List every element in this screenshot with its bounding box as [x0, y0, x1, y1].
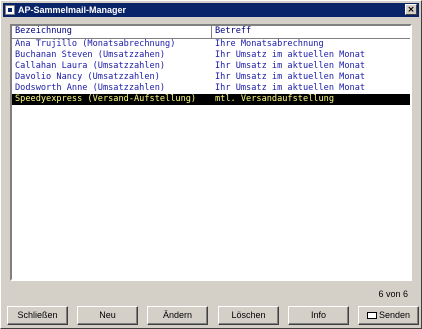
- list-item-betreff: Ihre Monatsabrechnung: [215, 39, 324, 49]
- send-button[interactable]: Senden: [358, 306, 419, 325]
- list-item-bezeichnung: Callahan Laura (Umsatzzahlen): [15, 61, 166, 71]
- column-header-bezeichnung[interactable]: Bezeichnung: [15, 26, 72, 37]
- list-item[interactable]: Ana Trujillo (Monatsabrechnung) Ihre Mon…: [12, 39, 410, 50]
- list-item-betreff: Ihr Umsatz im aktuellen Monat: [215, 83, 366, 93]
- send-button-label: Senden: [378, 310, 411, 320]
- status-bar: 6 von 6: [10, 289, 412, 301]
- mail-icon: [366, 312, 377, 319]
- list-item-selected[interactable]: Speedyexpress (Versand-Aufstellung) mtl.…: [12, 94, 410, 105]
- title-bar[interactable]: AP-Sammelmail-Manager ×: [3, 3, 419, 17]
- list-header: Bezeichnung Betreff: [12, 26, 410, 39]
- delete-button[interactable]: Löschen: [218, 306, 279, 325]
- list-item-bezeichnung: Speedyexpress (Versand-Aufstellung): [15, 94, 197, 104]
- mail-list[interactable]: Bezeichnung Betreff Ana Trujillo (Monats…: [10, 24, 412, 281]
- app-icon: [5, 5, 15, 15]
- list-item-bezeichnung: Davolio Nancy (Umsatzzahlen): [15, 72, 160, 82]
- button-bar: Schließen Neu Ändern Löschen Info Senden: [7, 306, 419, 326]
- close-button[interactable]: Schließen: [7, 306, 68, 325]
- list-item-betreff: mtl. Versandaufstellung: [215, 94, 334, 104]
- main-window: AP-Sammelmail-Manager × Bezeichnung Betr…: [0, 0, 422, 329]
- list-item-betreff: Ihr Umsatz im aktuellen Monat: [215, 61, 366, 71]
- list-item-bezeichnung: Buchanan Steven (Umsatzzahen): [15, 50, 166, 60]
- list-item[interactable]: Dodsworth Anne (Umsatzzahlen) Ihr Umsatz…: [12, 83, 410, 94]
- list-item-betreff: Ihr Umsatz im aktuellen Monat: [215, 50, 366, 60]
- close-window-button[interactable]: ×: [405, 4, 417, 15]
- list-item-betreff: Ihr Umsatz im aktuellen Monat: [215, 72, 366, 82]
- edit-button[interactable]: Ändern: [147, 306, 208, 325]
- list-item-bezeichnung: Ana Trujillo (Monatsabrechnung): [15, 39, 176, 49]
- list-item[interactable]: Buchanan Steven (Umsatzzahen) Ihr Umsatz…: [12, 50, 410, 61]
- list-item[interactable]: Davolio Nancy (Umsatzzahlen) Ihr Umsatz …: [12, 72, 410, 83]
- new-button[interactable]: Neu: [77, 306, 138, 325]
- column-separator[interactable]: [211, 26, 212, 38]
- list-item-bezeichnung: Dodsworth Anne (Umsatzzahlen): [15, 83, 166, 93]
- window-title: AP-Sammelmail-Manager: [18, 5, 127, 15]
- list-item[interactable]: Callahan Laura (Umsatzzahlen) Ihr Umsatz…: [12, 61, 410, 72]
- column-header-betreff[interactable]: Betreff: [215, 26, 251, 37]
- info-button[interactable]: Info: [288, 306, 349, 325]
- record-count: 6 von 6: [378, 289, 408, 299]
